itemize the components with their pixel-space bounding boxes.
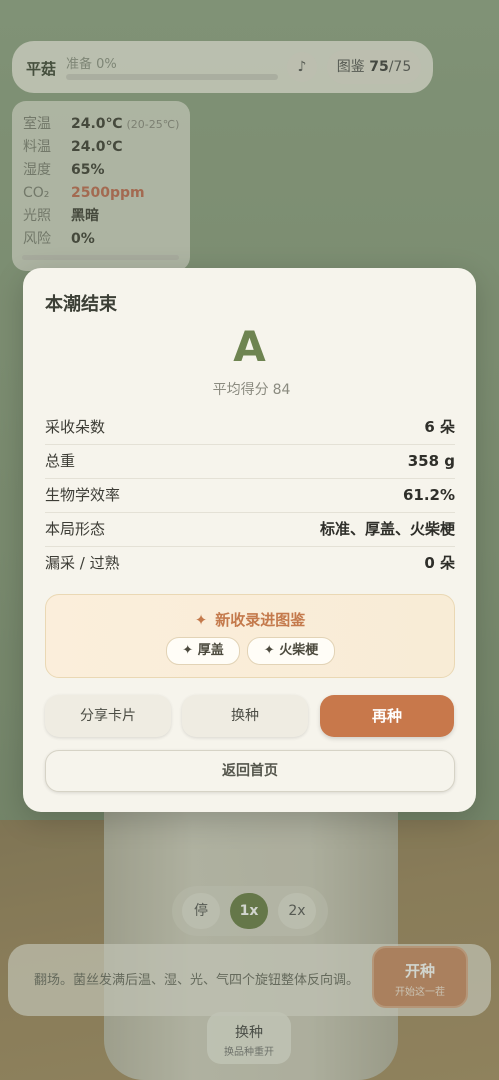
- avg-value: 84: [272, 382, 291, 398]
- result-row-count: 采收朵数 6 朵: [45, 410, 455, 445]
- return-home-button[interactable]: 返回首页: [45, 750, 455, 792]
- sparkle-icon: ✦: [194, 611, 208, 629]
- result-label: 总重: [45, 452, 76, 470]
- result-value: 6 朵: [424, 418, 455, 436]
- result-modal: 本潮结束 A 平均得分 84 采收朵数 6 朵 总重 358 g 生物学效率 61…: [23, 268, 476, 812]
- result-label: 本局形态: [45, 520, 106, 538]
- result-label: 生物学效率: [45, 486, 121, 504]
- result-label: 漏采 / 过熟: [45, 554, 120, 572]
- new-entry-chip: ✦ 厚盖: [166, 637, 240, 665]
- share-card-button[interactable]: 分享卡片: [45, 695, 171, 737]
- result-row-efficiency: 生物学效率 61.2%: [45, 478, 455, 513]
- result-label: 采收朵数: [45, 418, 106, 436]
- grade: A: [233, 322, 266, 371]
- result-value: 61.2%: [402, 486, 455, 504]
- result-value: 0 朵: [424, 554, 455, 572]
- result-value: 358 g: [407, 452, 455, 470]
- swap-button[interactable]: 换种: [182, 695, 308, 737]
- result-row-missed: 漏采 / 过熟 0 朵: [45, 546, 455, 580]
- new-entries-heading: ✦ 新收录进图鉴: [46, 609, 454, 630]
- new-entry-chip: ✦ 火柴梗: [247, 637, 335, 665]
- average-score: 平均得分 84: [23, 379, 476, 399]
- new-entries-title: 新收录进图鉴: [215, 611, 306, 629]
- result-row-forms: 本局形态 标准、厚盖、火柴梗: [45, 512, 455, 547]
- replant-button[interactable]: 再种: [320, 695, 454, 737]
- result-row-weight: 总重 358 g: [45, 444, 455, 479]
- modal-title: 本潮结束: [45, 294, 117, 315]
- result-value: 标准、厚盖、火柴梗: [319, 520, 455, 538]
- avg-label: 平均得分: [212, 382, 269, 398]
- new-entries-box: ✦ 新收录进图鉴 ✦ 厚盖 ✦ 火柴梗: [45, 594, 455, 678]
